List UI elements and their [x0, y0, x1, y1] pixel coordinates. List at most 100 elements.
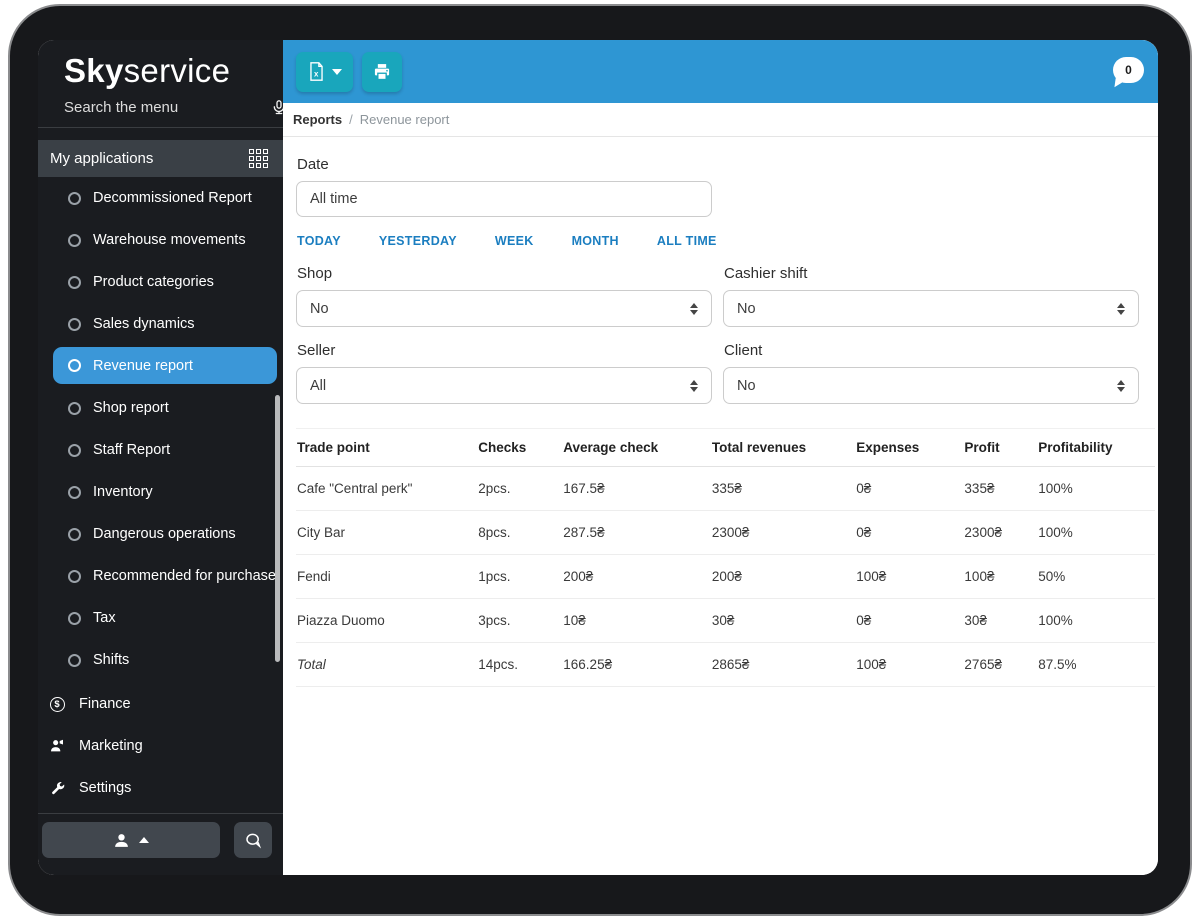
circle-icon	[68, 443, 81, 457]
shop-select-value: No	[310, 300, 329, 317]
sidebar-menu-item-label: Shifts	[93, 652, 130, 668]
sidebar-menu-item-label: Revenue report	[93, 357, 193, 374]
cell-profit: 2300₴	[963, 510, 1038, 555]
cell-profit: 335₴	[963, 466, 1038, 511]
sidebar-divider	[38, 127, 283, 128]
cell-checks: 2pcs.	[477, 466, 563, 511]
select-arrows-icon	[1117, 379, 1125, 392]
circle-icon	[68, 233, 81, 247]
filters-grid: Shop No Cashier shift No Seller All Clie…	[296, 265, 1139, 419]
cell-trade-point: Cafe "Central perk"	[296, 466, 478, 511]
sidebar-item-label: Settings	[79, 780, 132, 796]
cell-profitability: 100%	[1037, 510, 1155, 555]
cell-expenses: 0₴	[855, 466, 964, 511]
cell-total-revenues: 200₴	[710, 554, 856, 599]
sidebar-menu: Decommissioned Report Warehouse movement…	[38, 177, 283, 681]
quick-range-link[interactable]: WEEK	[495, 234, 534, 248]
circle-icon	[68, 611, 81, 625]
total-expenses: 100₴	[855, 642, 964, 687]
sidebar-menu-item-label: Sales dynamics	[93, 316, 195, 332]
total-profit: 2765₴	[963, 642, 1038, 687]
cell-trade-point: Piazza Duomo	[296, 598, 478, 643]
export-excel-button[interactable]: x	[296, 51, 353, 92]
table-header-cell: Trade point	[296, 428, 478, 467]
logo-light-part: service	[123, 52, 231, 89]
circle-icon	[68, 401, 81, 415]
shop-select[interactable]: No	[296, 290, 712, 327]
cashier-shift-label: Cashier shift	[724, 265, 808, 282]
sidebar-menu-item[interactable]: Sales dynamics	[38, 303, 283, 345]
circle-icon	[68, 317, 81, 331]
cell-checks: 1pcs.	[477, 554, 563, 599]
client-label: Client	[724, 342, 763, 359]
sidebar-menu-item[interactable]: Dangerous operations	[38, 513, 283, 555]
wrench-icon	[47, 781, 67, 796]
user-menu-button[interactable]	[42, 822, 220, 858]
user-icon	[115, 833, 128, 847]
logo-bold-part: Sky	[64, 52, 124, 89]
shop-filter: Shop No	[296, 265, 712, 327]
sidebar-menu-item-label: Staff Report	[93, 442, 171, 458]
cell-profitability: 100%	[1037, 466, 1155, 511]
sidebar-item-label: Finance	[79, 696, 131, 712]
cell-expenses: 0₴	[855, 598, 964, 643]
quick-range-link[interactable]: ALL TIME	[657, 234, 717, 248]
circle-icon	[68, 653, 81, 667]
app-logo: Skyservice	[38, 40, 283, 90]
breadcrumb-parent[interactable]: Reports	[293, 112, 342, 127]
client-select[interactable]: No	[723, 367, 1139, 404]
support-chat-button[interactable]	[234, 822, 272, 858]
table-row: Piazza Duomo 3pcs. 10₴ 30₴ 0₴ 30₴ 100%	[296, 598, 1155, 643]
sidebar-item-marketing[interactable]: Marketing	[38, 725, 283, 767]
quick-range-link[interactable]: TODAY	[297, 234, 341, 248]
print-button[interactable]	[362, 51, 402, 92]
sidebar-menu-item-label: Dangerous operations	[93, 526, 236, 542]
sidebar-menu-item[interactable]: Tax	[38, 597, 283, 639]
cashier-shift-select-value: No	[737, 300, 756, 317]
table-header-cell: Checks	[477, 428, 563, 467]
sidebar-item-label: Marketing	[79, 738, 143, 754]
page-background: Skyservice My applications	[0, 0, 1200, 920]
sidebar-menu-item[interactable]: Warehouse movements	[38, 219, 283, 261]
seller-select-value: All	[310, 377, 327, 394]
circle-icon	[68, 359, 81, 372]
date-label: Date	[297, 156, 329, 173]
excel-icon: x	[310, 62, 323, 81]
sidebar-menu-item-label: Decommissioned Report	[93, 190, 252, 206]
sidebar-menu-item[interactable]: Product categories	[38, 261, 283, 303]
cell-trade-point: City Bar	[296, 510, 478, 555]
table-header-row: Trade point Checks Average check Total r…	[296, 428, 1155, 467]
chat-notifications-badge[interactable]: 0	[1113, 57, 1144, 83]
sidebar-item-settings[interactable]: Settings	[38, 767, 283, 809]
cell-total-revenues: 30₴	[710, 598, 856, 643]
sidebar-menu-item[interactable]: Decommissioned Report	[38, 177, 283, 219]
sidebar-menu-item[interactable]: Inventory	[38, 471, 283, 513]
table-header-cell: Profit	[963, 428, 1038, 467]
cell-profitability: 100%	[1037, 598, 1155, 643]
sidebar-menu-item[interactable]: Revenue report	[53, 347, 277, 384]
sidebar-menu-item[interactable]: Shop report	[38, 387, 283, 429]
report-content: Date TODAY YESTERDAY WEEK MONTH	[283, 137, 1158, 687]
seller-select[interactable]: All	[296, 367, 712, 404]
quick-range-link[interactable]: MONTH	[572, 234, 619, 248]
sidebar-item-finance[interactable]: $ Finance	[38, 683, 283, 725]
circle-icon	[68, 527, 81, 541]
total-profitability: 87.5%	[1037, 642, 1155, 687]
cell-average-check: 167.5₴	[562, 466, 711, 511]
shop-label: Shop	[297, 265, 333, 282]
cell-average-check: 200₴	[562, 554, 711, 599]
cashier-shift-select[interactable]: No	[723, 290, 1139, 327]
sidebar-menu-item[interactable]: Recommended for purchase	[38, 555, 283, 597]
circle-icon	[68, 275, 81, 289]
quick-range-link[interactable]: YESTERDAY	[379, 234, 457, 248]
my-applications-header[interactable]: My applications	[38, 140, 283, 177]
date-input[interactable]	[296, 181, 712, 217]
chat-count: 0	[1125, 63, 1132, 77]
circle-icon	[68, 191, 81, 205]
menu-search-row	[38, 90, 285, 127]
menu-search-input[interactable]	[64, 99, 263, 116]
dollar-circle-icon: $	[47, 696, 67, 712]
sidebar-menu-item[interactable]: Shifts	[38, 639, 283, 681]
sidebar-menu-item[interactable]: Staff Report	[38, 429, 283, 471]
sidebar-scrollbar[interactable]	[275, 395, 280, 662]
